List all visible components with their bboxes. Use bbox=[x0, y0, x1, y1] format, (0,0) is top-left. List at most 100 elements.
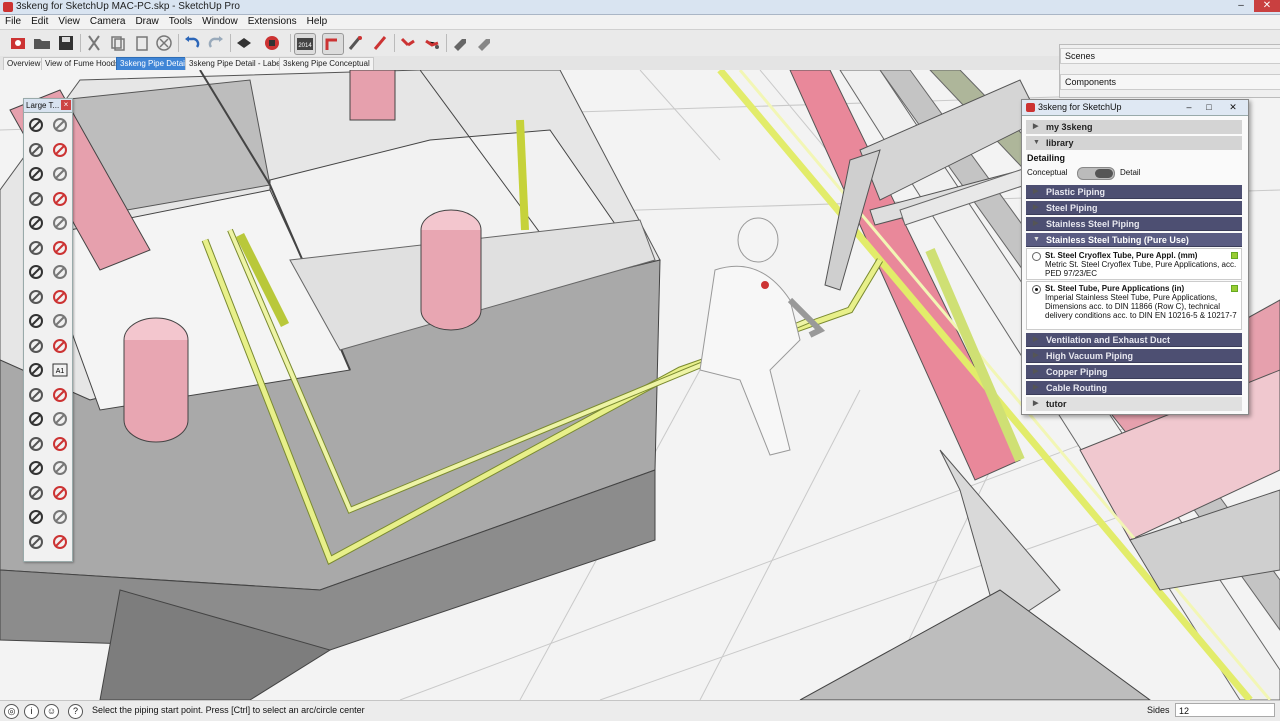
menu-window[interactable]: Window bbox=[197, 15, 243, 29]
circle-icon[interactable] bbox=[26, 213, 46, 233]
erase-icon[interactable] bbox=[154, 33, 174, 53]
open-folder-icon[interactable] bbox=[32, 33, 52, 53]
tape-measure-icon[interactable] bbox=[26, 360, 46, 380]
undo-icon[interactable] bbox=[182, 33, 202, 53]
cut-icon[interactable] bbox=[84, 33, 104, 53]
tray-scenes-header[interactable]: Scenes bbox=[1060, 48, 1280, 64]
geo-location-icon[interactable]: ◎ bbox=[4, 704, 19, 719]
sides-input[interactable]: 12 bbox=[1175, 703, 1275, 717]
library-row[interactable]: ▼ library bbox=[1026, 136, 1242, 150]
3skeng-tube-icon[interactable] bbox=[346, 33, 366, 53]
menu-draw[interactable]: Draw bbox=[130, 15, 163, 29]
pan-icon[interactable] bbox=[50, 434, 70, 454]
rectangle-icon[interactable] bbox=[26, 189, 46, 209]
section-plane-icon[interactable] bbox=[50, 532, 70, 552]
category-cable-routing[interactable]: ▶ Cable Routing bbox=[1026, 381, 1242, 395]
category-ventilation-duct[interactable]: ▶ Ventilation and Exhaust Duct bbox=[1026, 333, 1242, 347]
tab-3skeng-pipe-detail-label[interactable]: 3skeng Pipe Detail - Label bbox=[185, 57, 287, 71]
palette-close-icon[interactable]: × bbox=[61, 100, 71, 110]
category-steel-piping[interactable]: ▶ Steel Piping bbox=[1026, 201, 1242, 215]
list-item-cryoflex-tube[interactable]: St. Steel Cryoflex Tube, Pure Appl. (mm)… bbox=[1026, 248, 1242, 280]
close-window-button[interactable]: ✕ bbox=[1254, 0, 1280, 12]
tab-3skeng-pipe-detail[interactable]: 3skeng Pipe Detail bbox=[116, 57, 191, 71]
two-point-arc-icon[interactable] bbox=[50, 238, 70, 258]
three-point-arc-icon[interactable] bbox=[26, 262, 46, 282]
push-pull-icon[interactable] bbox=[50, 287, 70, 307]
walk-icon[interactable] bbox=[26, 532, 46, 552]
menu-camera[interactable]: Camera bbox=[85, 15, 131, 29]
category-high-vacuum[interactable]: ▶ High Vacuum Piping bbox=[1026, 349, 1242, 363]
follow-me-icon[interactable] bbox=[50, 311, 70, 331]
open-model-icon[interactable] bbox=[8, 33, 28, 53]
radio-cryoflex[interactable] bbox=[1032, 252, 1041, 261]
category-copper-piping[interactable]: ▶ Copper Piping bbox=[1026, 365, 1242, 379]
eraser-icon[interactable] bbox=[50, 140, 70, 160]
menu-edit[interactable]: Edit bbox=[26, 15, 53, 29]
version-2014-icon[interactable]: 2014 bbox=[294, 33, 316, 55]
menu-extensions[interactable]: Extensions bbox=[243, 15, 302, 29]
previous-view-icon[interactable] bbox=[50, 483, 70, 503]
minimize-button[interactable]: – bbox=[1228, 0, 1254, 12]
3skeng-export-icon[interactable] bbox=[474, 33, 494, 53]
move-icon[interactable] bbox=[26, 287, 46, 307]
copy-icon[interactable] bbox=[108, 33, 128, 53]
user-icon[interactable]: ☺ bbox=[44, 704, 59, 719]
position-camera-icon[interactable] bbox=[26, 507, 46, 527]
polygon-icon[interactable] bbox=[50, 213, 70, 233]
3d-text-icon[interactable] bbox=[50, 409, 70, 429]
help-icon[interactable]: ? bbox=[68, 704, 83, 719]
category-stainless-steel-tubing[interactable]: ▼ Stainless Steel Tubing (Pure Use) bbox=[1026, 233, 1242, 247]
zoom-window-icon[interactable] bbox=[50, 458, 70, 478]
3skeng-duct-icon[interactable] bbox=[370, 33, 390, 53]
3skeng-list-icon[interactable] bbox=[450, 33, 470, 53]
menu-help[interactable]: Help bbox=[302, 15, 333, 29]
3skeng-fitting-icon[interactable] bbox=[398, 33, 418, 53]
orbit-icon[interactable] bbox=[26, 434, 46, 454]
pencil-icon[interactable] bbox=[26, 164, 46, 184]
look-around-icon[interactable] bbox=[50, 507, 70, 527]
panel-close-icon[interactable]: ✕ bbox=[1226, 102, 1240, 112]
panel-minimize-icon[interactable]: – bbox=[1182, 102, 1196, 112]
select-icon[interactable] bbox=[26, 115, 46, 135]
scale-icon[interactable] bbox=[26, 336, 46, 356]
print-icon[interactable] bbox=[234, 33, 254, 53]
protractor-icon[interactable] bbox=[26, 385, 46, 405]
paint-bucket-icon[interactable] bbox=[26, 140, 46, 160]
offset-icon[interactable] bbox=[50, 336, 70, 356]
3skeng-pipe-icon[interactable] bbox=[322, 33, 344, 55]
my-3skeng-row[interactable]: ▶ my 3skeng bbox=[1026, 120, 1242, 134]
menu-view[interactable]: View bbox=[53, 15, 85, 29]
rotated-rectangle-icon[interactable] bbox=[50, 189, 70, 209]
zoom-icon[interactable] bbox=[26, 458, 46, 478]
make-component-icon[interactable] bbox=[50, 115, 70, 135]
save-icon[interactable] bbox=[56, 33, 76, 53]
tab-3skeng-pipe-conceptual[interactable]: 3skeng Pipe Conceptual bbox=[279, 57, 374, 71]
3skeng-mount-icon[interactable] bbox=[422, 33, 442, 53]
category-stainless-steel-piping[interactable]: ▶ Stainless Steel Piping bbox=[1026, 217, 1242, 231]
tab-view-of-fume-hoods[interactable]: View of Fume Hoods bbox=[41, 57, 124, 71]
menu-file[interactable]: File bbox=[0, 15, 26, 29]
freehand-icon[interactable] bbox=[50, 164, 70, 184]
tray-components-header[interactable]: Components bbox=[1060, 74, 1280, 90]
arc-icon[interactable] bbox=[26, 238, 46, 258]
info-icon[interactable]: i bbox=[24, 704, 39, 719]
axes-icon[interactable] bbox=[26, 409, 46, 429]
radio-pure-applications[interactable] bbox=[1032, 285, 1041, 294]
paste-icon[interactable] bbox=[132, 33, 152, 53]
tab-overview[interactable]: Overview bbox=[3, 57, 45, 71]
redo-icon[interactable] bbox=[206, 33, 226, 53]
dimension-icon[interactable]: A1 bbox=[50, 360, 70, 380]
list-item-pure-applications-tube[interactable]: St. Steel Tube, Pure Applications (in) I… bbox=[1026, 281, 1242, 330]
detailing-toggle[interactable] bbox=[1077, 167, 1115, 180]
menu-tools[interactable]: Tools bbox=[164, 15, 197, 29]
tutor-row[interactable]: ▶ tutor bbox=[1026, 397, 1242, 411]
text-icon[interactable] bbox=[50, 385, 70, 405]
menu-bar: File Edit View Camera Draw Tools Window Extensi… bbox=[0, 15, 1280, 30]
rotate-icon[interactable] bbox=[26, 311, 46, 331]
pie-icon[interactable] bbox=[50, 262, 70, 282]
3skeng-logo-icon bbox=[1026, 103, 1035, 112]
category-plastic-piping[interactable]: ▶ Plastic Piping bbox=[1026, 185, 1242, 199]
model-info-icon[interactable] bbox=[262, 33, 282, 53]
panel-maximize-icon[interactable]: □ bbox=[1202, 102, 1216, 112]
zoom-extents-icon[interactable] bbox=[26, 483, 46, 503]
